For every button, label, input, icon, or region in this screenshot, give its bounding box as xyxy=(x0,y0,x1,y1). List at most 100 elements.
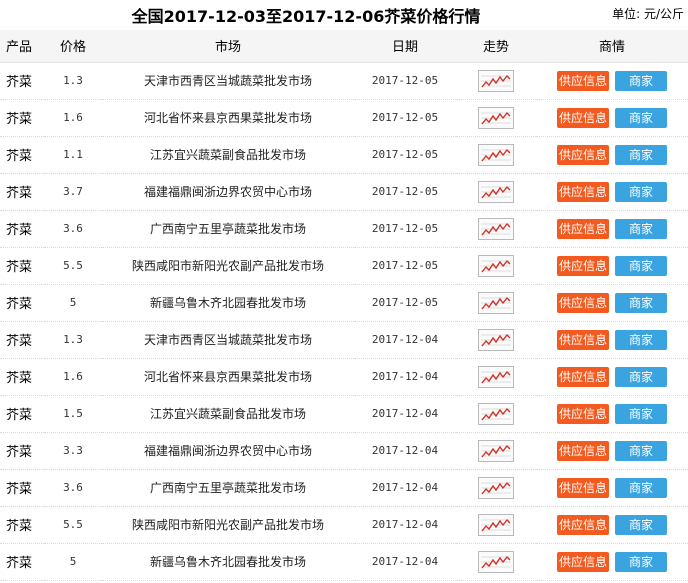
trend-chart-icon[interactable] xyxy=(478,513,514,536)
price-cell: 3.6 xyxy=(44,469,102,507)
product-cell: 芥菜 xyxy=(0,136,44,174)
supply-info-button[interactable]: 供应信息 xyxy=(557,440,609,461)
date-cell: 2017-12-04 xyxy=(354,543,456,581)
business-cell: 供应信息 商家 xyxy=(536,543,688,581)
merchant-button[interactable]: 商家 xyxy=(615,403,667,424)
trend-chart-icon[interactable] xyxy=(478,439,514,462)
merchant-button[interactable]: 商家 xyxy=(615,255,667,276)
market-cell[interactable]: 福建福鼎闽浙边界农贸中心市场 xyxy=(102,432,354,470)
merchant-button[interactable]: 商家 xyxy=(615,514,667,535)
trend-line-graphic xyxy=(481,222,511,235)
table-row: 芥菜 1.3 天津市西青区当城蔬菜批发市场 2017-12-04 供应信息 商家 xyxy=(0,321,688,359)
supply-info-button[interactable]: 供应信息 xyxy=(557,70,609,91)
merchant-button[interactable]: 商家 xyxy=(615,70,667,91)
trend-line-graphic xyxy=(481,259,511,272)
supply-info-button[interactable]: 供应信息 xyxy=(557,366,609,387)
supply-info-button[interactable]: 供应信息 xyxy=(557,255,609,276)
trend-cell xyxy=(456,247,536,285)
trend-line-graphic xyxy=(481,370,511,383)
supply-info-button[interactable]: 供应信息 xyxy=(557,218,609,239)
product-cell: 芥菜 xyxy=(0,210,44,248)
merchant-button[interactable]: 商家 xyxy=(615,181,667,202)
trend-cell xyxy=(456,543,536,581)
merchant-button[interactable]: 商家 xyxy=(615,218,667,239)
supply-info-button[interactable]: 供应信息 xyxy=(557,292,609,313)
merchant-button[interactable]: 商家 xyxy=(615,440,667,461)
merchant-button[interactable]: 商家 xyxy=(615,144,667,165)
merchant-button[interactable]: 商家 xyxy=(615,329,667,350)
product-cell: 芥菜 xyxy=(0,247,44,285)
supply-info-button[interactable]: 供应信息 xyxy=(557,551,609,572)
trend-chart-icon[interactable] xyxy=(478,365,514,388)
trend-chart-icon[interactable] xyxy=(478,217,514,240)
table-row: 芥菜 5.5 陕西咸阳市新阳光农副产品批发市场 2017-12-04 供应信息商… xyxy=(0,506,688,544)
merchant-button[interactable]: 商家 xyxy=(615,292,667,313)
market-cell[interactable]: 福建福鼎闽浙边界农贸中心市场 xyxy=(102,173,354,211)
market-cell[interactable]: 天津市西青区当城蔬菜批发市场 xyxy=(102,62,354,100)
business-cell: 供应信息 商家 xyxy=(536,99,688,137)
market-cell[interactable]: 江苏宜兴蔬菜副食品批发市场 xyxy=(102,136,354,174)
table-row: 芥菜 5.5 陕西咸阳市新阳光农副产品批发市场 2017-12-05 供应信息商… xyxy=(0,247,688,285)
market-cell[interactable]: 新疆乌鲁木齐北园春批发市场 xyxy=(102,284,354,322)
market-cell[interactable]: 河北省怀来县京西果菜批发市场 xyxy=(102,99,354,137)
business-cell: 供应信息 商家 xyxy=(536,395,688,433)
business-cell: 供应信息 商家 xyxy=(536,358,688,396)
trend-chart-icon[interactable] xyxy=(478,254,514,277)
market-cell[interactable]: 天津市西青区当城蔬菜批发市场 xyxy=(102,321,354,359)
date-cell: 2017-12-05 xyxy=(354,62,456,100)
table-row: 芥菜 3.3 福建福鼎闽浙边界农贸中心市场 2017-12-04 供应信息 商家 xyxy=(0,432,688,470)
table-row: 芥菜 1.5 江苏宜兴蔬菜副食品批发市场 2017-12-04 供应信息 商家 xyxy=(0,395,688,433)
trend-chart-icon[interactable] xyxy=(478,402,514,425)
merchant-button[interactable]: 商家 xyxy=(615,366,667,387)
price-cell: 1.5 xyxy=(44,395,102,433)
table-row: 芥菜 5 新疆乌鲁木齐北园春批发市场 2017-12-04 供应信息 商家 xyxy=(0,543,688,581)
market-cell[interactable]: 江苏宜兴蔬菜副食品批发市场 xyxy=(102,395,354,433)
merchant-button[interactable]: 商家 xyxy=(615,107,667,128)
table-row: 芥菜 1.1 江苏宜兴蔬菜副食品批发市场 2017-12-05 供应信息 商家 xyxy=(0,136,688,174)
trend-cell xyxy=(456,358,536,396)
business-cell: 供应信息 商家 xyxy=(536,432,688,470)
supply-info-button[interactable]: 供应信息 xyxy=(557,514,609,535)
trend-chart-icon[interactable] xyxy=(478,291,514,314)
merchant-button[interactable]: 商家 xyxy=(615,477,667,498)
trend-line-graphic xyxy=(481,333,511,346)
trend-chart-icon[interactable] xyxy=(478,106,514,129)
column-header-market: 市场 xyxy=(102,30,354,63)
date-cell: 2017-12-04 xyxy=(354,321,456,359)
date-cell: 2017-12-05 xyxy=(354,247,456,285)
market-cell[interactable]: 广西南宁五里亭蔬菜批发市场 xyxy=(102,469,354,507)
market-cell[interactable]: 陕西咸阳市新阳光农副产品批发市场 xyxy=(102,247,354,285)
trend-cell xyxy=(456,210,536,248)
supply-info-button[interactable]: 供应信息 xyxy=(557,144,609,165)
trend-chart-icon[interactable] xyxy=(478,328,514,351)
trend-chart-icon[interactable] xyxy=(478,180,514,203)
product-cell: 芥菜 xyxy=(0,469,44,507)
date-cell: 2017-12-05 xyxy=(354,210,456,248)
market-cell[interactable]: 河北省怀来县京西果菜批发市场 xyxy=(102,358,354,396)
column-header-price: 价格 xyxy=(44,30,102,63)
trend-chart-icon[interactable] xyxy=(478,69,514,92)
supply-info-button[interactable]: 供应信息 xyxy=(557,181,609,202)
market-cell[interactable]: 广西南宁五里亭蔬菜批发市场 xyxy=(102,210,354,248)
merchant-button[interactable]: 商家 xyxy=(615,551,667,572)
market-cell[interactable]: 陕西咸阳市新阳光农副产品批发市场 xyxy=(102,506,354,544)
trend-cell xyxy=(456,321,536,359)
supply-info-button[interactable]: 供应信息 xyxy=(557,107,609,128)
price-cell: 5.5 xyxy=(44,506,102,544)
trend-line-graphic xyxy=(481,74,511,87)
price-cell: 3.7 xyxy=(44,173,102,211)
supply-info-button[interactable]: 供应信息 xyxy=(557,477,609,498)
product-cell: 芥菜 xyxy=(0,358,44,396)
trend-chart-icon[interactable] xyxy=(478,143,514,166)
table-header: 产品 价格 市场 日期 走势 商情 xyxy=(0,30,688,63)
product-cell: 芥菜 xyxy=(0,99,44,137)
product-cell: 芥菜 xyxy=(0,506,44,544)
trend-chart-icon[interactable] xyxy=(478,550,514,573)
supply-info-button[interactable]: 供应信息 xyxy=(557,403,609,424)
page-title: 全国2017-12-03至2017-12-06芥菜价格行情 xyxy=(131,7,481,26)
trend-chart-icon[interactable] xyxy=(478,476,514,499)
market-cell[interactable]: 新疆乌鲁木齐北园春批发市场 xyxy=(102,543,354,581)
date-cell: 2017-12-04 xyxy=(354,432,456,470)
supply-info-button[interactable]: 供应信息 xyxy=(557,329,609,350)
business-cell: 供应信息 商家 xyxy=(536,210,688,248)
